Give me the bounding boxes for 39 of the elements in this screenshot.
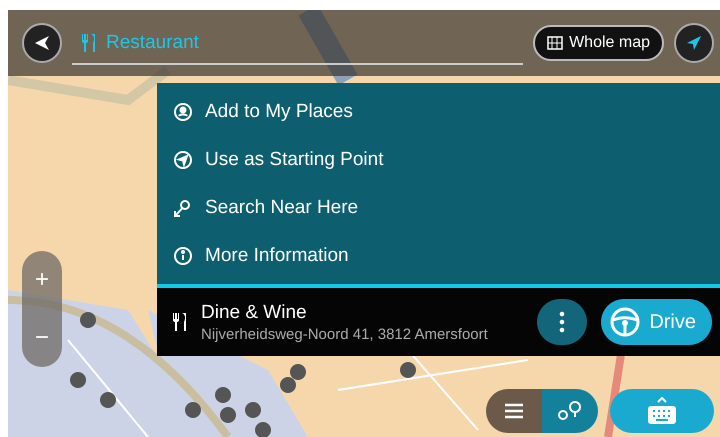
navigation-button[interactable] [674,23,714,63]
menu-item[interactable]: More Information [157,232,720,280]
map-pin-icon[interactable] [80,312,96,328]
map-icon [547,36,564,50]
keyboard-icon [646,397,678,425]
menu-item[interactable]: Use as Starting Point [157,136,720,184]
map-pin-icon[interactable] [70,372,86,388]
map-pin-icon[interactable] [220,407,236,423]
steering-wheel-icon [609,306,642,338]
map-pin-icon[interactable] [290,364,306,380]
place-name: Dine & Wine [201,302,308,324]
back-arrow-icon [33,34,51,52]
zoom-out-button[interactable]: − [22,309,62,367]
place-address: Nijverheidsweg-Noord 41, 3812 Amersfoort [201,326,489,342]
map-pin-icon[interactable] [185,402,201,418]
fork-knife-icon [171,312,187,332]
menu-item[interactable]: Add to My Places [157,88,720,136]
pins-icon [557,400,583,422]
map-pin-icon[interactable] [400,362,416,378]
more-icon [559,311,566,333]
fork-knife-icon [80,33,96,53]
whole-map-button[interactable]: Whole map [533,25,664,61]
map-pin-icon[interactable] [255,422,271,437]
menu-icon [504,403,524,419]
list-view-button[interactable] [486,389,542,433]
keyboard-button[interactable] [610,389,714,433]
search-location-icon [173,198,193,218]
person-circle-icon [173,102,193,122]
back-button[interactable] [22,23,62,63]
menu-item[interactable]: Search Near Here [157,184,720,232]
info-icon [173,246,193,266]
map-pin-icon[interactable] [215,387,231,403]
map-view-button[interactable] [542,389,598,433]
map-pin-icon[interactable] [100,392,116,408]
zoom-in-button[interactable]: + [22,251,62,309]
map-pin-icon[interactable] [280,377,296,393]
navigation-arrow-icon [685,34,703,52]
more-button[interactable] [537,299,588,345]
map-pin-icon[interactable] [245,402,261,418]
